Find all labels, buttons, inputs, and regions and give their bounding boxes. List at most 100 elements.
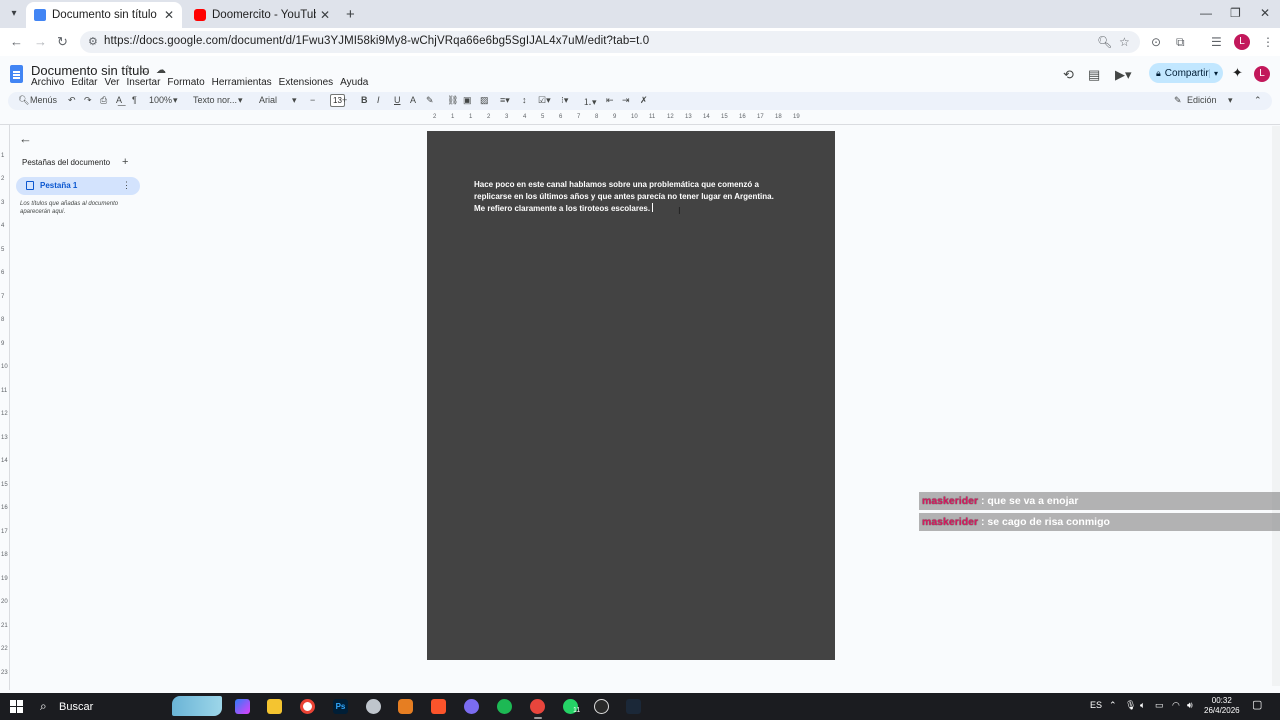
align-icon[interactable]: ≡▾	[500, 95, 510, 106]
version-history-icon[interactable]: ⟲	[1063, 67, 1074, 83]
copilot-icon[interactable]	[235, 699, 250, 714]
bold-icon[interactable]: B	[361, 95, 368, 105]
reload-icon[interactable]: ↻	[57, 34, 68, 50]
steam-icon[interactable]	[626, 699, 641, 714]
comment-add-icon[interactable]: ▣	[463, 95, 472, 106]
line-spacing-icon[interactable]: ↕	[522, 95, 527, 105]
comments-icon[interactable]: ▤	[1088, 67, 1100, 83]
bookmark-star-icon[interactable]: ☆	[1119, 35, 1130, 49]
chrome-menu-icon[interactable]: ⋮	[1262, 35, 1274, 49]
menu-ver[interactable]: Ver	[104, 77, 119, 88]
chevron-down-icon[interactable]: ▾	[173, 95, 178, 106]
menu-insertar[interactable]: Insertar	[127, 77, 161, 88]
decrease-indent-icon[interactable]: ⇤	[606, 95, 614, 106]
close-outline-arrow-icon[interactable]: ←	[19, 131, 32, 146]
chrome-icon[interactable]	[530, 699, 545, 714]
menu-ayuda[interactable]: Ayuda	[340, 77, 368, 88]
menu-formato[interactable]: Formato	[167, 77, 204, 88]
profile-avatar[interactable]: L	[1234, 34, 1250, 50]
cloud-saved-icon[interactable]: ☁	[156, 65, 166, 76]
reading-list-icon[interactable]: ☰	[1211, 35, 1222, 49]
volume-mute-icon[interactable]: 🔈︎	[1140, 700, 1145, 711]
tab-search-icon[interactable]: ▾	[6, 6, 22, 22]
extension-icon[interactable]: ⊙	[1151, 35, 1161, 49]
bullet-list-icon[interactable]: ⁝▾	[561, 95, 568, 106]
clear-format-icon[interactable]: ✗	[640, 95, 648, 106]
paint-format-icon[interactable]: ¶	[132, 95, 137, 105]
app-icon[interactable]	[366, 699, 381, 714]
language-indicator[interactable]: ES	[1090, 700, 1102, 710]
checklist-icon[interactable]: ☑▾	[538, 95, 551, 106]
fl-studio-icon[interactable]	[398, 699, 413, 714]
close-window-button[interactable]: ✕	[1260, 6, 1270, 20]
new-tab-button[interactable]: +	[346, 6, 355, 23]
gemini-icon[interactable]: ✦	[1232, 65, 1243, 81]
share-dropdown-icon[interactable]: ▾	[1208, 68, 1218, 78]
text-color-icon[interactable]: A	[410, 95, 416, 105]
google-docs-logo-icon[interactable]	[10, 65, 23, 83]
address-bar[interactable]: ⚙ https://docs.google.com/document/d/1Fw…	[80, 31, 1140, 53]
style-select[interactable]: Texto nor...	[193, 95, 237, 105]
back-arrow-icon[interactable]: ←	[10, 34, 23, 49]
more-options-icon[interactable]: ⋮	[122, 180, 131, 191]
underline-icon[interactable]: U	[394, 95, 401, 105]
chevron-down-icon[interactable]: ▾	[1228, 95, 1233, 106]
spellcheck-icon[interactable]: A͟	[116, 95, 122, 105]
link-icon[interactable]: ⛓	[447, 95, 458, 106]
close-tab-icon[interactable]: ✕	[164, 8, 174, 22]
mode-select[interactable]: Edición	[1187, 95, 1217, 105]
increase-indent-icon[interactable]: ⇥	[622, 95, 630, 106]
zoom-icon[interactable]: 🔍︎	[1097, 35, 1112, 49]
screen-icon[interactable]: ▭	[1155, 700, 1164, 711]
menu-herramientas[interactable]: Herramientas	[212, 77, 272, 88]
increase-font-icon[interactable]: +	[342, 95, 347, 105]
photoshop-icon[interactable]: Ps	[333, 699, 348, 714]
font-select[interactable]: Arial	[259, 95, 277, 105]
undo-icon[interactable]: ↶	[68, 95, 76, 106]
forward-arrow-icon[interactable]: →	[34, 34, 47, 49]
brave-icon[interactable]	[431, 699, 446, 714]
print-icon[interactable]: ⎙	[100, 95, 107, 106]
numbered-list-icon[interactable]: ⒈▾	[583, 95, 597, 108]
decrease-font-icon[interactable]: −	[310, 95, 315, 105]
speaker-icon[interactable]: 🔊︎	[1187, 700, 1193, 711]
tab-youtube[interactable]: Doomercito - YouTube ✕	[186, 2, 338, 28]
sidebar-tab-item[interactable]: Pestaña 1 ⋮	[16, 177, 140, 195]
file-explorer-icon[interactable]	[267, 699, 282, 714]
document-body[interactable]: Hace poco en este canal hablamos sobre u…	[474, 179, 794, 215]
menu-extensiones[interactable]: Extensiones	[279, 77, 333, 88]
add-tab-icon[interactable]: +	[122, 156, 128, 168]
minimize-button[interactable]: —	[1200, 6, 1212, 20]
obs-icon[interactable]	[594, 699, 609, 714]
meet-icon[interactable]: ▶︎▾	[1115, 67, 1132, 83]
wifi-icon[interactable]: ◠	[1172, 700, 1180, 711]
redo-icon[interactable]: ↷	[84, 95, 92, 106]
chrome-icon[interactable]	[300, 699, 315, 714]
italic-icon[interactable]: I	[377, 95, 380, 105]
clock[interactable]: 00:32 26/4/2026	[1204, 696, 1240, 716]
notifications-icon[interactable]: ▢	[1252, 698, 1262, 711]
profile-avatar[interactable]: L	[1254, 66, 1270, 82]
windows-start-icon[interactable]	[10, 700, 23, 713]
menu-editar[interactable]: Editar	[71, 77, 97, 88]
search-menus-label[interactable]: Menús	[30, 95, 57, 105]
image-icon[interactable]: ▨	[480, 95, 489, 106]
hide-menus-icon[interactable]: ⌃	[1254, 95, 1262, 106]
vertical-scrollbar[interactable]	[1272, 126, 1280, 686]
move-folder-icon[interactable]: ▭	[140, 65, 149, 76]
vertical-ruler[interactable]: 1 2 3 4 5 6 7 8 9 10 11 12 13 14 15 16 17 18 19 20 21 22 23	[0, 125, 10, 690]
edit-pencil-icon[interactable]: ✎	[1174, 95, 1182, 106]
horizontal-ruler[interactable]: 2 1 1 2 3 4 5 6 7 8 9 10 11 12 13 14 15 16 17 18 19	[427, 114, 835, 124]
star-icon[interactable]: ☆	[124, 65, 133, 76]
close-tab-icon[interactable]: ✕	[320, 8, 330, 22]
site-info-icon[interactable]: ⚙	[88, 35, 98, 48]
spotify-icon[interactable]	[497, 699, 512, 714]
microphone-icon[interactable]: 🎙︎	[1125, 700, 1136, 711]
share-button[interactable]: 🔒︎ Compartir ▾	[1149, 63, 1223, 83]
chevron-down-icon[interactable]: ▾	[238, 95, 243, 106]
show-hidden-icons-icon[interactable]: ⌃	[1109, 700, 1117, 711]
zoom-select[interactable]: 100%	[149, 95, 172, 105]
restore-button[interactable]: ❐	[1230, 6, 1241, 20]
search-menus-icon[interactable]: 🔍︎	[18, 95, 29, 106]
tab-google-docs[interactable]: Documento sin título - Docum ✕	[26, 2, 182, 28]
